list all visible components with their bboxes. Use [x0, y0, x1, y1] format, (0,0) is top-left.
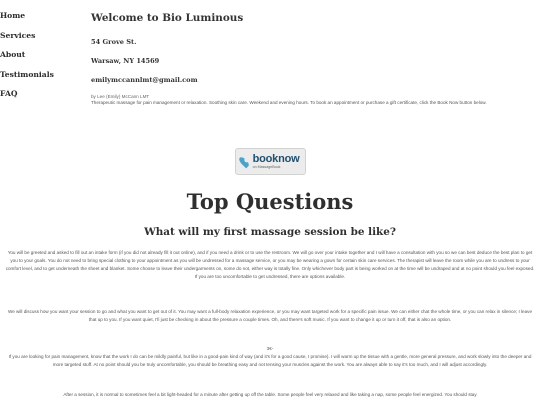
email-address[interactable]: emilymccannlmt@gmail.com	[91, 76, 536, 84]
answer-paragraph-1: You will be greeted and asked to fill ou…	[5, 250, 535, 279]
address-city: Warsaw, NY 14569	[91, 57, 160, 65]
site-header: Welcome to Bio Luminous 54 Grove St. War…	[91, 12, 536, 106]
business-description: Therapeutic massage for pain management …	[91, 100, 487, 106]
welcome-heading: Welcome to Bio Luminous	[91, 12, 244, 24]
nav-item-home[interactable]: Home	[0, 11, 80, 31]
main-nav: Home Services About Testimonials FAQ	[0, 11, 80, 109]
book-now-area: booknow on MassageBook	[0, 148, 540, 175]
answer-paragraph-4: After a session, it is normal to sometim…	[63, 392, 477, 397]
answer-paragraph-3: 3€- If you are looking for pain manageme…	[4, 345, 536, 369]
address-street: 54 Grove St.	[91, 38, 137, 46]
separator: 3€-	[266, 346, 274, 351]
answer-paragraph-2: We will discuss how you want your sessio…	[7, 309, 533, 322]
location-pin-icon	[237, 155, 250, 168]
nav-item-testimonials[interactable]: Testimonials	[0, 70, 80, 90]
page-title: Top Questions	[186, 189, 354, 214]
answer-paragraph-3-text: If you are looking for pain management, …	[8, 354, 532, 367]
nav-item-faq[interactable]: FAQ	[0, 89, 80, 109]
book-now-button[interactable]: booknow on MassageBook	[234, 148, 306, 175]
book-now-label: booknow	[252, 152, 300, 165]
nav-item-about[interactable]: About	[0, 50, 80, 70]
nav-item-services[interactable]: Services	[0, 31, 80, 51]
question-heading: What will my first massage session be li…	[144, 226, 396, 238]
massagebook-label: on MassageBook	[252, 164, 281, 169]
